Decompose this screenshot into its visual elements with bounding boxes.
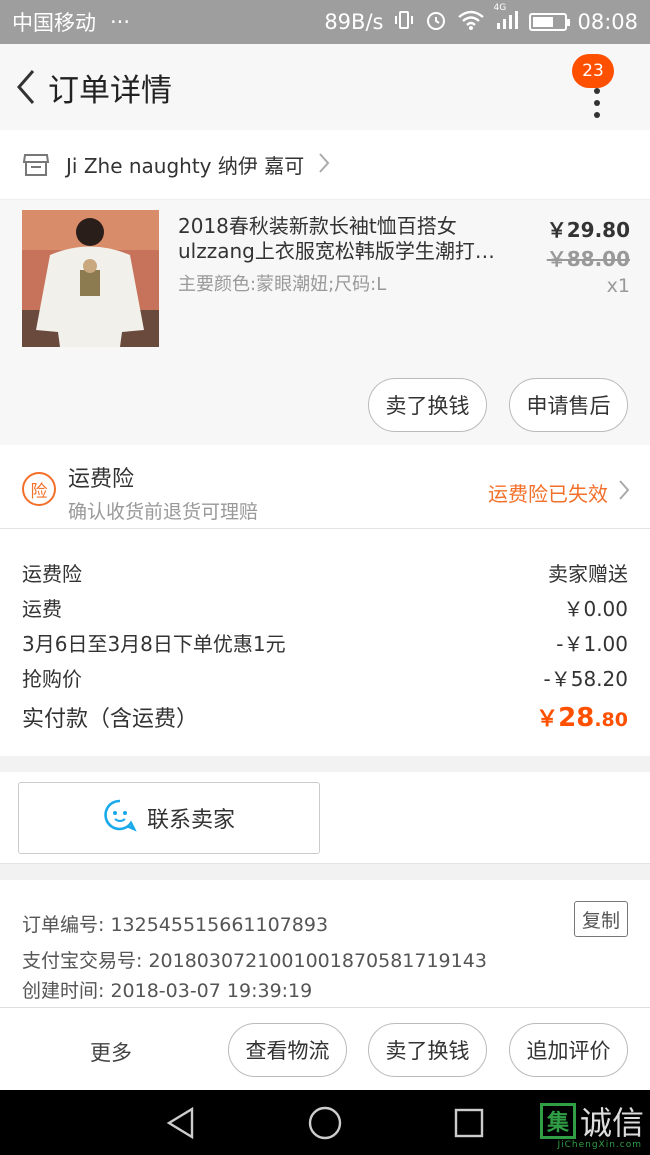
copy-button[interactable]: 复制 (574, 901, 628, 937)
product-original-price: ￥88.00 (546, 247, 630, 271)
shop-name: Ji Zhe naughty 纳伊 嘉可 (66, 154, 305, 178)
view-logistics-button[interactable]: 查看物流 (228, 1023, 347, 1077)
back-arrow-icon[interactable] (4, 44, 48, 130)
alarm-icon (425, 9, 447, 36)
resell-bottom-button[interactable]: 卖了换钱 (368, 1023, 487, 1077)
chevron-right-icon (618, 479, 630, 505)
contact-seller-label: 联系卖家 (146, 808, 235, 833)
cost-row: 运费险 卖家赠送 (22, 555, 628, 590)
product-quantity: x1 (606, 275, 630, 297)
nav-back-icon[interactable] (164, 1106, 198, 1144)
insurance-icon: 险 (22, 472, 56, 506)
contact-section: 联系卖家 (0, 772, 650, 864)
cost-row: 抢购价 -￥58.20 (22, 660, 628, 695)
nav-home-icon[interactable] (307, 1105, 343, 1145)
bottom-action-bar: 更多 查看物流 卖了换钱 追加评价 (0, 1007, 650, 1090)
top-nav: 订单详情 23 (0, 44, 650, 130)
cost-label: 3月6日至3月8日下单优惠1元 (22, 632, 286, 656)
clock: 08:08 (577, 10, 638, 34)
product-price: ￥29.80 (546, 218, 630, 242)
shipping-insurance-row[interactable]: 险 运费险 确认收货前退货可理赔 运费险已失效 (0, 445, 650, 529)
add-review-button[interactable]: 追加评价 (509, 1023, 628, 1077)
total-row: 实付款（含运费） ￥28.80 (22, 699, 628, 734)
resell-button[interactable]: 卖了换钱 (368, 378, 487, 432)
alipay-number: 支付宝交易号: 2018030721001001870581719143 (22, 950, 487, 972)
cost-value: 卖家赠送 (548, 562, 628, 586)
product-thumbnail[interactable] (22, 210, 159, 347)
status-dots: ··· (110, 10, 131, 34)
watermark-logo: 集 诚信 (539, 1098, 644, 1144)
shop-icon (22, 151, 50, 179)
watermark-url: JiChengXin.com (557, 1140, 642, 1150)
wifi-icon (457, 9, 485, 36)
order-info: 订单编号: 132545515661107893 复制 支付宝交易号: 2018… (0, 880, 650, 1007)
total-currency: ￥ (536, 706, 559, 732)
cost-value: -￥1.00 (556, 632, 628, 656)
cost-row: 运费 ￥0.00 (22, 590, 628, 625)
product-sku: 主要颜色:蒙眼潮妞;尺码:L (178, 274, 387, 295)
total-amount: ￥28.80 (536, 701, 628, 733)
network-speed: 89B/s (324, 10, 384, 34)
cost-label: 抢购价 (22, 667, 82, 691)
carrier-label: 中国移动 (12, 11, 96, 35)
nav-recents-icon[interactable] (453, 1107, 485, 1143)
after-sale-button[interactable]: 申请售后 (509, 378, 628, 432)
insurance-subtitle: 确认收货前退货可理赔 (68, 501, 259, 523)
cost-label: 运费险 (22, 562, 82, 586)
cost-value: -￥58.20 (543, 667, 628, 691)
contact-seller-button[interactable]: 联系卖家 (18, 782, 320, 854)
cost-value: ￥0.00 (563, 597, 628, 621)
more-menu-button[interactable]: 23 (572, 54, 622, 122)
total-integer: 28 (558, 702, 595, 733)
chat-bubble-icon (103, 798, 137, 838)
chevron-right-icon (318, 152, 330, 178)
signal-icon: 4G (493, 3, 519, 36)
more-actions-button[interactable]: 更多 (90, 1037, 132, 1067)
created-time: 创建时间: 2018-03-07 19:39:19 (22, 980, 313, 1002)
order-number: 订单编号: 132545515661107893 (22, 914, 329, 936)
notification-badge: 23 (572, 54, 614, 88)
watermark-logo-mark: 集 (539, 1103, 576, 1139)
vibrate-icon (393, 9, 415, 36)
insurance-status: 运费险已失效 (488, 482, 608, 506)
product-title[interactable]: 2018春秋装新款长袖t恤百搭女ulzzang上衣服宽松韩版学生潮打… (178, 214, 513, 264)
insurance-title: 运费险 (68, 467, 135, 492)
product-card[interactable]: 2018春秋装新款长袖t恤百搭女ulzzang上衣服宽松韩版学生潮打… 主要颜色… (0, 200, 650, 445)
cost-row: 3月6日至3月8日下单优惠1元 -￥1.00 (22, 625, 628, 660)
total-label: 实付款（含运费） (22, 706, 199, 732)
watermark-text: 诚信 (579, 1104, 644, 1142)
status-bar: 中国移动 ··· 89B/s 4G 08:08 (0, 0, 650, 44)
cost-label: 运费 (22, 597, 62, 621)
page-title: 订单详情 (48, 72, 172, 109)
battery-icon (529, 13, 571, 31)
network-type-badge: 4G (493, 2, 507, 13)
cost-breakdown: 运费险 卖家赠送 运费 ￥0.00 3月6日至3月8日下单优惠1元 -￥1.00… (0, 529, 650, 756)
system-nav-bar: 集 诚信 JiChengXin.com (0, 1090, 650, 1155)
shop-row[interactable]: Ji Zhe naughty 纳伊 嘉可 (0, 130, 650, 200)
more-dots-icon (594, 88, 602, 118)
total-decimal: .80 (594, 708, 628, 731)
